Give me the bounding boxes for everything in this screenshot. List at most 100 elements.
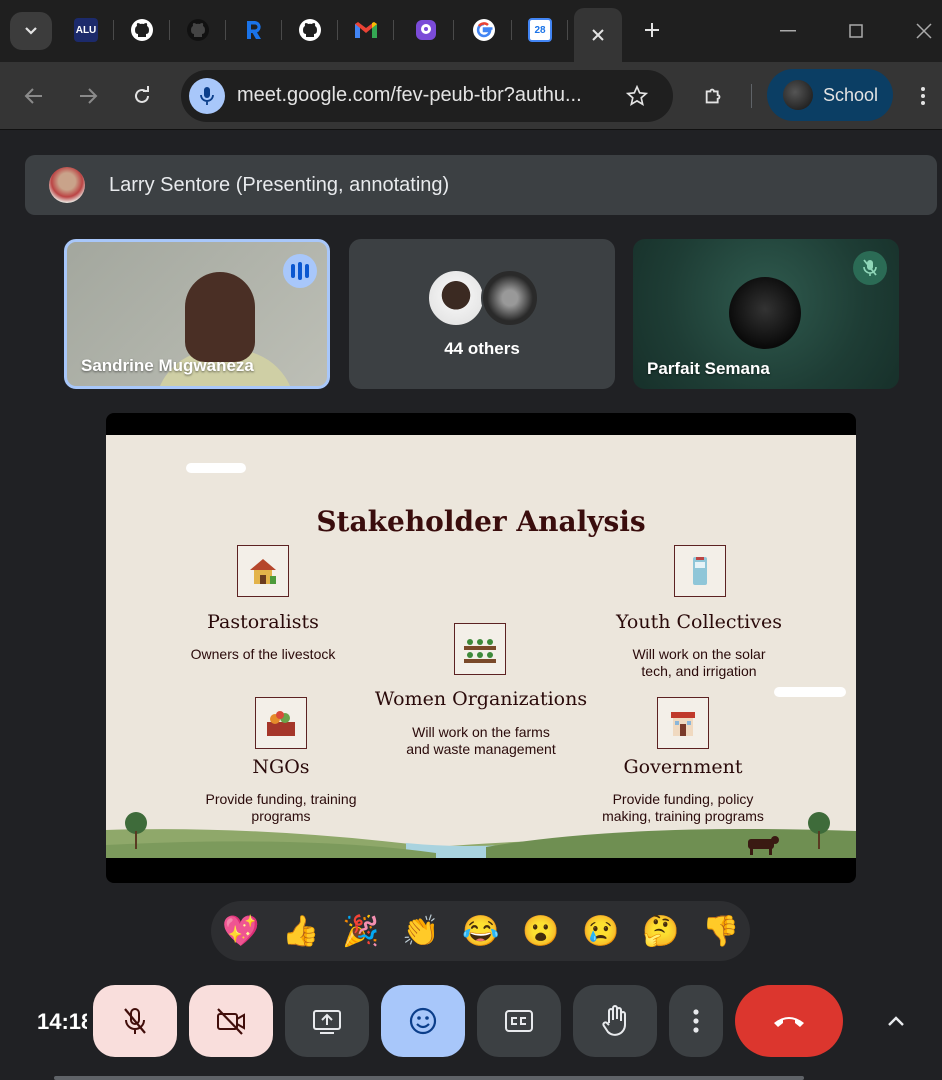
presenter-banner[interactable]: Larry Sentore (Presenting, annotating) bbox=[25, 155, 937, 215]
puzzle-icon bbox=[705, 88, 721, 104]
youth-collectives-desc: Will work on the solar tech, and irrigat… bbox=[632, 646, 766, 679]
tab-r-app[interactable] bbox=[226, 10, 282, 50]
url-text[interactable]: meet.google.com/fev-peub-tbr?authu... bbox=[237, 84, 609, 107]
reaction-laugh-button[interactable]: 😂 bbox=[461, 911, 501, 951]
tab-github-3[interactable] bbox=[282, 10, 338, 50]
leave-call-button[interactable] bbox=[735, 985, 843, 1057]
presenter-text: Larry Sentore (Presenting, annotating) bbox=[109, 173, 450, 196]
tab-github-1[interactable] bbox=[114, 10, 170, 50]
youth-collectives-title: Youth Collectives bbox=[616, 611, 782, 633]
captions-button[interactable] bbox=[477, 985, 561, 1057]
tab-github-2[interactable] bbox=[170, 10, 226, 50]
plants-icon bbox=[454, 623, 506, 675]
address-bar[interactable]: meet.google.com/fev-peub-tbr?authu... bbox=[181, 70, 673, 122]
calendar-icon: 28 bbox=[528, 18, 552, 42]
house-icon bbox=[237, 545, 289, 597]
cloud-decoration bbox=[774, 687, 846, 697]
participant-tile-parfait[interactable]: Parfait Semana bbox=[633, 239, 899, 389]
bookmark-button[interactable] bbox=[623, 82, 651, 110]
github-icon bbox=[131, 19, 153, 41]
women-organizations-title: Women Organizations bbox=[374, 688, 588, 710]
presentation-view[interactable]: Stakeholder Analysis Pastoralists Owners… bbox=[106, 413, 856, 883]
government-title: Government bbox=[623, 756, 743, 778]
browser-toolbar: meet.google.com/fev-peub-tbr?authu... Sc… bbox=[0, 62, 942, 130]
reaction-clap-button[interactable]: 👏 bbox=[401, 911, 441, 951]
tab-search-button[interactable] bbox=[10, 12, 52, 50]
extensions-button[interactable] bbox=[694, 76, 734, 116]
reaction-party-button[interactable]: 🎉 bbox=[341, 911, 381, 951]
tab-gmail[interactable] bbox=[338, 10, 394, 50]
github-icon bbox=[299, 19, 321, 41]
profile-button[interactable]: School bbox=[767, 69, 893, 121]
tab-calendar[interactable]: 28 bbox=[512, 10, 568, 50]
expand-controls-button[interactable] bbox=[878, 1005, 914, 1037]
reaction-sad-button[interactable]: 😢 bbox=[581, 911, 621, 951]
muted-mic-icon bbox=[853, 251, 887, 285]
camera-off-icon bbox=[217, 1008, 245, 1035]
hand-icon bbox=[602, 1005, 626, 1036]
google-icon bbox=[473, 19, 495, 41]
close-window-button[interactable] bbox=[906, 14, 942, 48]
pastoralists-title: Pastoralists bbox=[207, 611, 319, 633]
raise-hand-button[interactable] bbox=[573, 985, 657, 1057]
camera-toggle-button[interactable] bbox=[189, 985, 273, 1057]
more-vert-icon bbox=[693, 1009, 699, 1033]
voice-search-button[interactable] bbox=[189, 78, 225, 114]
mic-off-icon bbox=[124, 1008, 146, 1034]
solar-device-icon bbox=[674, 545, 726, 597]
cloud-decoration bbox=[186, 463, 246, 473]
participant-avatar bbox=[729, 277, 801, 349]
government-building-icon bbox=[657, 697, 709, 749]
reaction-thumbs-down-button[interactable]: 👎 bbox=[701, 911, 741, 951]
produce-basket-icon bbox=[255, 697, 307, 749]
gmail-icon bbox=[355, 22, 377, 38]
more-options-button[interactable] bbox=[669, 985, 723, 1057]
plus-icon bbox=[645, 23, 659, 37]
r-logo-icon bbox=[247, 21, 261, 39]
reaction-thinking-button[interactable]: 🤔 bbox=[641, 911, 681, 951]
browser-menu-button[interactable] bbox=[908, 76, 938, 116]
slide-title: Stakeholder Analysis bbox=[316, 505, 646, 538]
others-count-label: 44 others bbox=[444, 339, 520, 358]
pastoralists-desc: Owners of the livestock bbox=[190, 646, 336, 662]
tab-meet-active[interactable] bbox=[574, 8, 622, 62]
others-avatar-1 bbox=[427, 269, 485, 327]
tab-alu[interactable]: ALU bbox=[58, 10, 114, 50]
chat-app-icon bbox=[416, 20, 436, 40]
participant-video-face bbox=[185, 272, 255, 362]
back-button[interactable] bbox=[14, 76, 54, 116]
participant-tile-others[interactable]: 44 others bbox=[349, 239, 615, 389]
maximize-button[interactable] bbox=[838, 14, 874, 48]
participant-name: Parfait Semana bbox=[647, 359, 770, 378]
reaction-thumbs-up-button[interactable]: 👍 bbox=[281, 911, 321, 951]
chevron-down-icon bbox=[25, 27, 37, 35]
participant-name: Sandrine Mugwaneza bbox=[81, 356, 254, 375]
microphone-icon bbox=[200, 87, 214, 105]
reload-icon bbox=[135, 86, 149, 103]
new-tab-button[interactable] bbox=[628, 10, 676, 50]
reactions-toggle-button[interactable] bbox=[381, 985, 465, 1057]
reaction-surprised-button[interactable]: 😮 bbox=[521, 911, 561, 951]
reload-button[interactable] bbox=[122, 76, 162, 116]
toolbar-divider bbox=[751, 84, 752, 108]
tab-chat-app[interactable] bbox=[398, 10, 454, 50]
close-tab-icon[interactable] bbox=[591, 28, 605, 42]
alu-logo-icon: ALU bbox=[74, 18, 98, 42]
github-icon bbox=[187, 19, 209, 41]
participant-tile-sandrine[interactable]: Sandrine Mugwaneza bbox=[64, 239, 330, 389]
mic-toggle-button[interactable] bbox=[93, 985, 177, 1057]
present-screen-button[interactable] bbox=[285, 985, 369, 1057]
reactions-bar: 💖 👍 🎉 👏 😂 😮 😢 🤔 👎 bbox=[211, 901, 750, 961]
forward-button[interactable] bbox=[68, 76, 108, 116]
reaction-heart-button[interactable]: 💖 bbox=[221, 911, 261, 951]
more-vert-icon bbox=[921, 87, 925, 105]
browser-tab-bar: ALU 28 bbox=[0, 0, 942, 62]
others-avatar-2 bbox=[481, 269, 539, 327]
tab-google[interactable] bbox=[456, 10, 512, 50]
horizontal-scrollbar[interactable] bbox=[54, 1076, 804, 1080]
meeting-clock: 14:18 bbox=[37, 1009, 87, 1034]
minimize-button[interactable] bbox=[770, 14, 806, 48]
star-icon bbox=[626, 85, 648, 106]
speaking-indicator-icon bbox=[283, 254, 317, 288]
women-organizations-desc: Will work on the farms and waste managem… bbox=[406, 724, 556, 757]
